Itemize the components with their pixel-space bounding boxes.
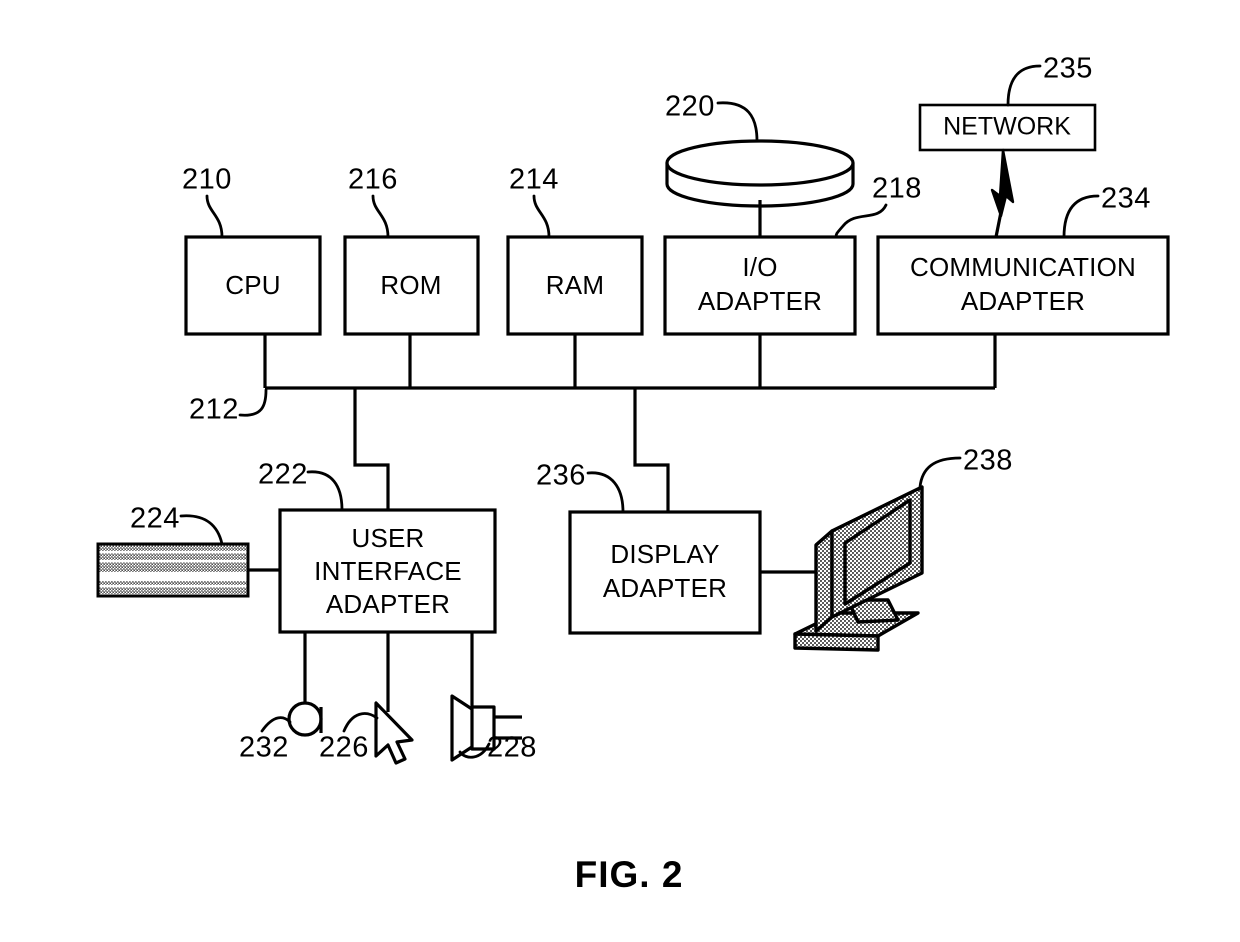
keyboard-body bbox=[96, 542, 250, 598]
leader-communication-adapter bbox=[1062, 194, 1100, 239]
display-adapter-label-line2: ADAPTER bbox=[603, 573, 727, 603]
block-display-adapter[interactable]: DISPLAY ADAPTER bbox=[568, 510, 762, 635]
leader-cpu bbox=[205, 194, 224, 239]
microphone-icon bbox=[287, 701, 323, 737]
figure-caption: FIG. 2 bbox=[575, 854, 684, 895]
leader-mouse bbox=[342, 712, 379, 733]
ref-label-keyboard: 224 bbox=[130, 503, 180, 535]
communication-adapter-label-line2: ADAPTER bbox=[961, 286, 1085, 316]
io-adapter-label-line1: I/O bbox=[742, 252, 777, 282]
ref-label-ram: 214 bbox=[509, 164, 559, 196]
io-adapter-label-line2: ADAPTER bbox=[698, 286, 822, 316]
leader-monitor bbox=[918, 456, 962, 489]
ref-label-ui-adapter: 222 bbox=[258, 459, 308, 491]
ui-adapter-label-line2: INTERFACE bbox=[314, 556, 462, 586]
ref-label-display-adapter: 236 bbox=[536, 460, 586, 492]
ui-adapter-label-line3: ADAPTER bbox=[326, 589, 450, 619]
monitor-base-front bbox=[793, 632, 880, 652]
block-cpu[interactable]: CPU bbox=[184, 235, 322, 336]
leader-microphone bbox=[260, 716, 292, 733]
bus-branch-ui-adapter bbox=[353, 388, 390, 510]
leader-bus bbox=[238, 388, 268, 417]
ref-label-bus: 212 bbox=[189, 394, 239, 426]
leader-network bbox=[1006, 64, 1042, 107]
disk-cylinder-top bbox=[665, 139, 855, 187]
ref-label-monitor: 238 bbox=[963, 445, 1013, 477]
leader-io-adapter bbox=[834, 203, 888, 239]
rom-label: ROM bbox=[380, 270, 441, 300]
leader-rom bbox=[371, 194, 390, 239]
microphone-head bbox=[287, 701, 323, 737]
network-link-line bbox=[994, 211, 1003, 238]
block-network[interactable]: NETWORK bbox=[918, 103, 1097, 152]
block-ram[interactable]: RAM bbox=[506, 235, 644, 336]
ref-label-microphone: 232 bbox=[239, 732, 289, 764]
leader-display-adapter bbox=[586, 471, 625, 514]
keyboard-icon bbox=[96, 542, 250, 598]
block-user-interface-adapter[interactable]: USER INTERFACE ADAPTER bbox=[278, 508, 497, 634]
disk-storage-icon bbox=[665, 139, 855, 208]
leader-ui-adapter bbox=[306, 470, 344, 512]
mouse-cursor-icon bbox=[374, 701, 414, 765]
ref-label-cpu: 210 bbox=[182, 164, 232, 196]
leader-disk bbox=[716, 101, 759, 143]
block-communication-adapter[interactable]: COMMUNICATION ADAPTER bbox=[876, 235, 1170, 336]
ref-label-communication-adapter: 234 bbox=[1101, 183, 1151, 215]
monitor-side-edge bbox=[814, 529, 834, 633]
ref-label-speaker: 228 bbox=[487, 732, 537, 764]
ref-label-network: 235 bbox=[1043, 53, 1093, 85]
ref-label-mouse: 226 bbox=[319, 732, 369, 764]
leader-keyboard bbox=[179, 514, 224, 546]
communication-adapter-label-line1: COMMUNICATION bbox=[910, 252, 1136, 282]
display-adapter-label-line1: DISPLAY bbox=[610, 539, 719, 569]
block-io-adapter[interactable]: I/O ADAPTER bbox=[663, 235, 857, 336]
lightning-bolt-icon bbox=[990, 148, 1015, 218]
system-bus bbox=[263, 334, 997, 512]
leader-ram bbox=[532, 194, 551, 239]
cpu-label: CPU bbox=[225, 270, 281, 300]
ui-adapter-label-line1: USER bbox=[351, 523, 424, 553]
display-monitor-icon bbox=[793, 485, 924, 652]
ram-label: RAM bbox=[546, 270, 604, 300]
network-label: NETWORK bbox=[943, 113, 1071, 141]
bus-branch-display-adapter bbox=[633, 388, 670, 512]
block-rom[interactable]: ROM bbox=[343, 235, 480, 336]
diagram-canvas: CPU ROM RAM I/O ADAPTER COMMUNICATION AD… bbox=[96, 53, 1170, 895]
ref-label-rom: 216 bbox=[348, 164, 398, 196]
patent-figure-2: CPU ROM RAM I/O ADAPTER COMMUNICATION AD… bbox=[0, 0, 1240, 942]
ref-label-disk: 220 bbox=[665, 91, 715, 123]
ref-label-io-adapter: 218 bbox=[872, 173, 922, 205]
